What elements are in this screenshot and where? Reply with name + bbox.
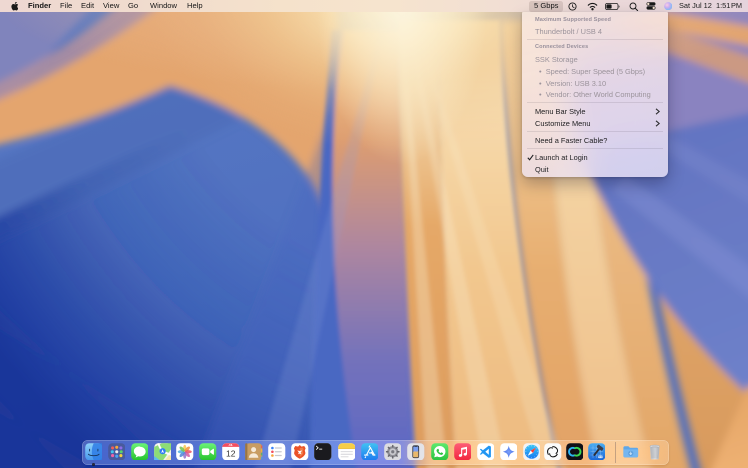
svg-text:JUL: JUL bbox=[229, 444, 234, 447]
svg-text:12: 12 bbox=[226, 448, 236, 458]
svg-text:BETA: BETA bbox=[598, 455, 603, 458]
